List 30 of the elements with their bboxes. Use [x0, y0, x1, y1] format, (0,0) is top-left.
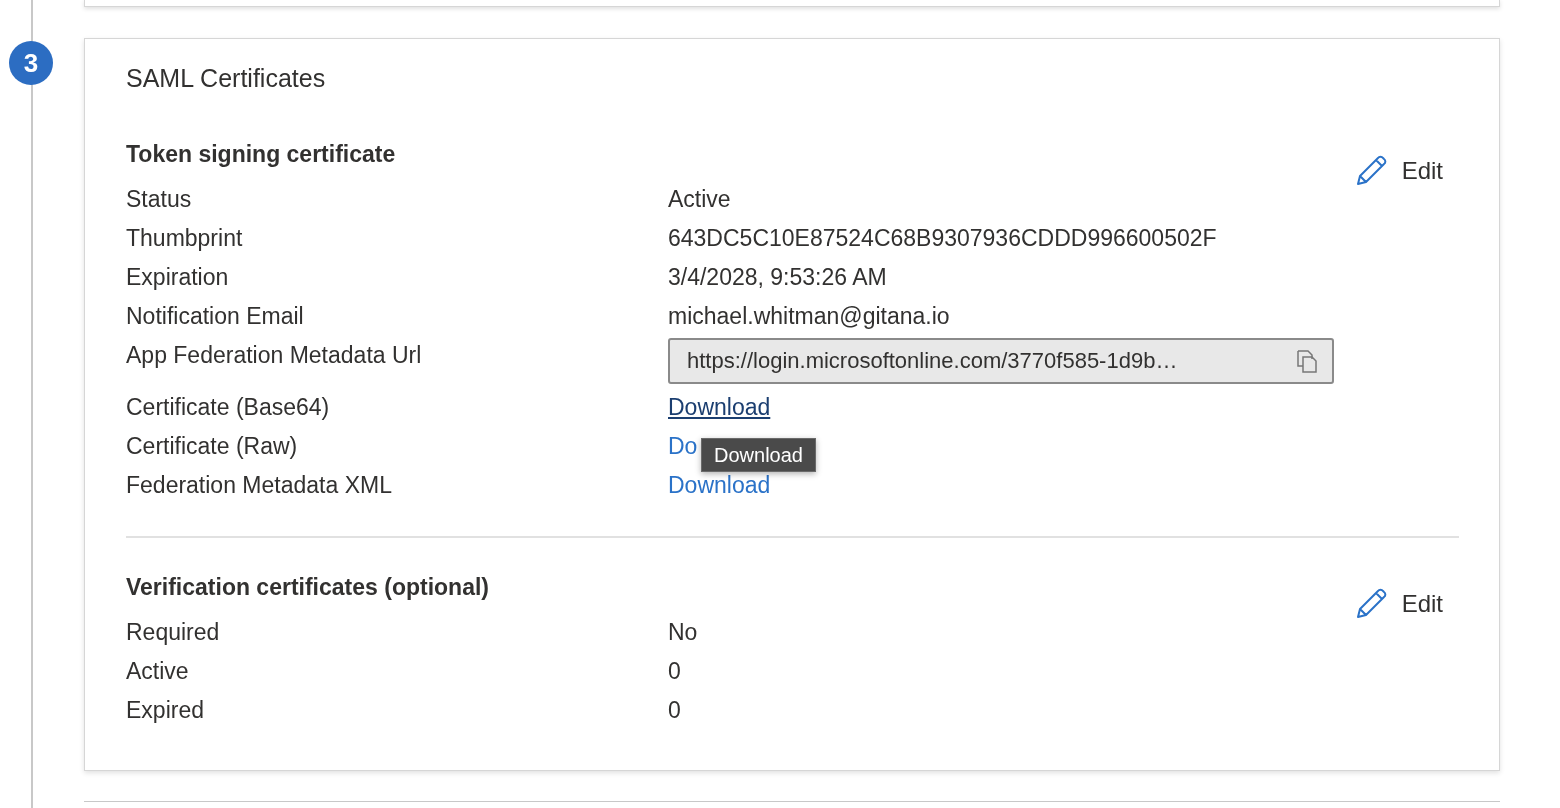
copy-icon[interactable] — [1296, 348, 1318, 373]
group-title: Token signing certificate — [126, 139, 397, 169]
property-label: App Federation Metadata Url — [126, 340, 423, 370]
tooltip: Download — [701, 437, 816, 472]
property-value: Active — [668, 185, 731, 212]
property-value: 0 — [668, 696, 681, 723]
property-label: Status — [126, 184, 193, 214]
property-label: Active — [126, 656, 190, 686]
edit-button[interactable]: Edit — [1353, 153, 1443, 188]
property-label: Certificate (Raw) — [126, 431, 299, 461]
section-title: SAML Certificates — [126, 62, 327, 93]
property-value: No — [668, 618, 698, 645]
property-label: Expiration — [126, 262, 230, 292]
download-link[interactable]: Do — [668, 432, 698, 459]
property-value: michael.whitman@gitana.io — [668, 302, 950, 329]
edit-button[interactable]: Edit — [1353, 586, 1443, 621]
property-label: Expired — [126, 695, 205, 725]
property-label: Certificate (Base64) — [126, 392, 331, 422]
download-link[interactable]: Download — [668, 393, 771, 420]
property-label: Federation Metadata XML — [126, 470, 393, 500]
download-link[interactable]: Download — [668, 471, 771, 498]
property-value: 0 — [668, 657, 681, 684]
property-value: 643DC5C10E87524C68B9307936CDDD996600502F — [668, 224, 1217, 251]
step-number: 3 — [9, 41, 53, 85]
property-label: Thumbprint — [126, 223, 244, 253]
group-title: Verification certificates (optional) — [126, 572, 490, 602]
url-field[interactable]: https://login.microsoftonline.com/3770f585-1d9b… — [668, 337, 1334, 384]
property-label: Notification Email — [126, 301, 305, 331]
property-label: Required — [126, 617, 221, 647]
property-value: 3/4/2028, 9:53:26 AM — [668, 263, 887, 290]
